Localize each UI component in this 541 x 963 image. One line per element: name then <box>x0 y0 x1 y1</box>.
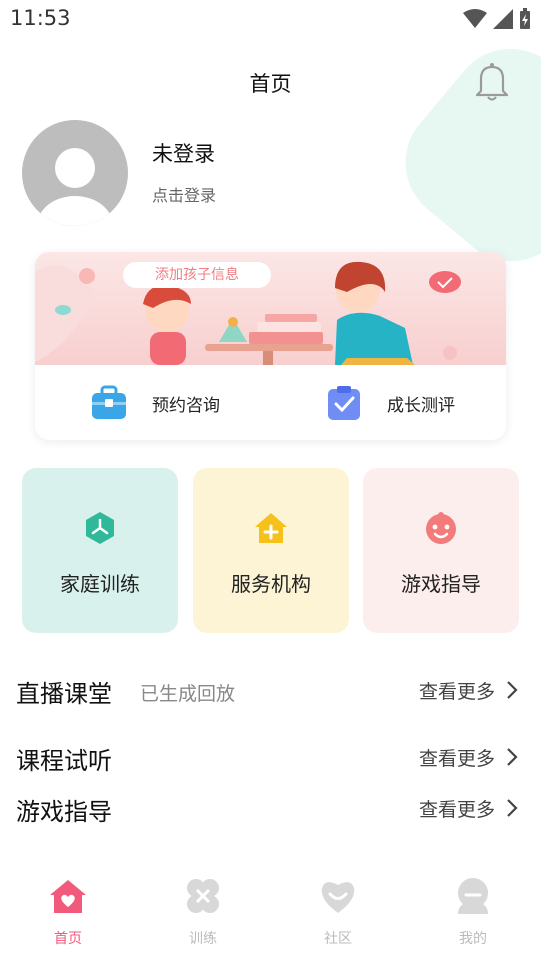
section-title: 课程试听 <box>16 747 112 775</box>
training-icon <box>187 879 219 913</box>
toolbox-icon <box>92 385 126 419</box>
tile-family-training[interactable]: 家庭训练 <box>22 468 178 633</box>
tab-training[interactable]: 训练 <box>163 876 243 947</box>
tab-home[interactable]: 首页 <box>28 876 108 947</box>
tile-game-guide-label: 游戏指导 <box>401 572 481 596</box>
page-title: 首页 <box>249 72 292 96</box>
see-more-link[interactable]: 查看更多 <box>419 744 495 771</box>
avatar[interactable] <box>22 120 128 226</box>
user-name: 未登录 <box>152 142 215 166</box>
status-bar: 11:53 <box>0 0 541 38</box>
wifi-icon <box>463 9 487 28</box>
growth-assessment-button[interactable]: 成长测评 <box>325 383 455 423</box>
battery-icon <box>520 8 530 29</box>
section-game-guide: 游戏指导 查看更多 <box>16 788 523 828</box>
chevron-right-icon[interactable] <box>505 798 519 818</box>
chevron-right-icon[interactable] <box>505 680 519 700</box>
signal-icon <box>493 9 513 29</box>
notification-bell-icon[interactable] <box>473 62 511 102</box>
tab-profile-label: 我的 <box>459 931 487 947</box>
avatar-body-shape <box>37 196 113 226</box>
section-course-trial: 课程试听 查看更多 <box>16 737 523 777</box>
chevron-right-icon[interactable] <box>505 747 519 767</box>
see-more-link[interactable]: 查看更多 <box>419 677 495 704</box>
tab-home-label: 首页 <box>54 931 82 947</box>
appointment-consult-label: 预约咨询 <box>152 395 220 416</box>
mother-child-illustration <box>35 261 461 365</box>
tile-service-org-label: 服务机构 <box>231 572 311 596</box>
child-info-card: 添加孩子信息 预约咨询 成长测评 <box>35 252 506 440</box>
status-time: 11:53 <box>10 6 71 30</box>
tab-community-label: 社区 <box>324 931 352 947</box>
section-title: 游戏指导 <box>16 798 112 826</box>
user-profile[interactable]: 未登录 点击登录 <box>22 120 472 226</box>
home-icon <box>50 880 86 913</box>
tile-game-guide[interactable]: 游戏指导 <box>363 468 519 633</box>
tab-profile[interactable]: 我的 <box>433 876 513 947</box>
see-more-link[interactable]: 查看更多 <box>419 795 495 822</box>
community-icon <box>321 882 355 913</box>
card-actions: 预约咨询 成长测评 <box>35 365 506 440</box>
header: 首页 <box>0 62 541 104</box>
growth-assessment-label: 成长测评 <box>387 395 455 416</box>
section-subtitle: 已生成回放 <box>140 683 236 705</box>
profile-icon <box>458 878 488 914</box>
house-plus-icon <box>255 513 287 543</box>
tile-family-training-label: 家庭训练 <box>60 572 140 596</box>
login-link[interactable]: 点击登录 <box>152 182 216 206</box>
section-title: 直播课堂 <box>16 680 112 708</box>
cube-icon <box>86 512 114 544</box>
tab-training-label: 训练 <box>189 931 217 947</box>
avatar-head-shape <box>55 148 95 188</box>
baby-face-icon <box>426 512 456 544</box>
feature-tiles: 家庭训练 服务机构 游戏指导 <box>22 468 519 633</box>
appointment-consult-button[interactable]: 预约咨询 <box>90 383 220 423</box>
clipboard-check-icon <box>328 386 360 420</box>
add-child-pill[interactable]: 添加孩子信息 <box>123 262 271 288</box>
bottom-tab-bar: 首页 训练 社区 我的 <box>0 870 541 963</box>
tile-service-org[interactable]: 服务机构 <box>193 468 349 633</box>
add-child-banner[interactable]: 添加孩子信息 <box>35 252 506 365</box>
tab-community[interactable]: 社区 <box>298 876 378 947</box>
section-live-class: 直播课堂 已生成回放 查看更多 <box>16 670 523 710</box>
status-icons <box>463 8 531 30</box>
